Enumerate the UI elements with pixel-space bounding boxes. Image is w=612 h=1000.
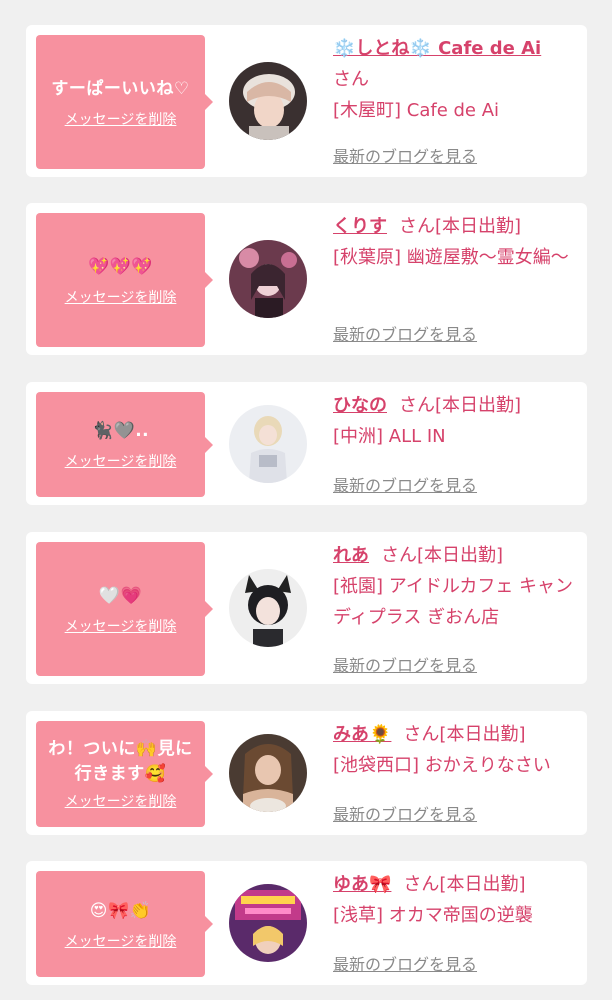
delete-message-link[interactable]: メッセージを削除: [65, 791, 177, 811]
cast-name-link[interactable]: ゆあ🎀: [333, 874, 391, 895]
delete-message-link[interactable]: メッセージを削除: [65, 287, 177, 307]
message-card: すーぱーいいね♡ メッセージを削除 ❄️しとね❄️ Cafe de Ai さん …: [26, 25, 587, 177]
message-text: 😍🎀👏: [89, 900, 152, 921]
message-bubble: 🤍💗 メッセージを削除: [36, 542, 213, 676]
message-bubble: すーぱーいいね♡ メッセージを削除: [36, 35, 213, 169]
cast-name-link[interactable]: ひなの: [333, 395, 387, 416]
message-card: 💖💖💖 メッセージを削除 くりす さん[本日出勤] [秋葉原] 幽遊屋敷〜霊女編〜…: [26, 203, 587, 355]
delete-message-link[interactable]: メッセージを削除: [65, 931, 177, 951]
name-line: みあ🌻 さん[本日出勤]: [333, 719, 579, 750]
name-line: ゆあ🎀 さん[本日出勤]: [333, 869, 579, 900]
latest-blog-link[interactable]: 最新のブログを見る: [333, 801, 477, 825]
cast-name-link[interactable]: ❄️しとね❄️ Cafe de Ai: [333, 38, 541, 59]
info: ひなの さん[本日出勤] [中洲] ALL IN: [333, 390, 579, 452]
delete-message-link[interactable]: メッセージを削除: [65, 109, 177, 129]
info: みあ🌻 さん[本日出勤] [池袋西口] おかえりなさい: [333, 719, 579, 781]
shop-name: [浅草] オカマ帝国の逆襲: [333, 905, 533, 926]
latest-blog-link[interactable]: 最新のブログを見る: [333, 652, 477, 676]
message-bubble: 💖💖💖 メッセージを削除: [36, 213, 213, 347]
message-bubble: 😍🎀👏 メッセージを削除: [36, 871, 213, 977]
avatar[interactable]: [229, 62, 307, 140]
name-line: ❄️しとね❄️ Cafe de Ai さん: [333, 33, 579, 95]
message-text: わ！ついに🙌見に行きます🥰: [48, 739, 193, 784]
shop-name: [秋葉原] 幽遊屋敷〜霊女編〜: [333, 247, 569, 268]
latest-blog-link[interactable]: 最新のブログを見る: [333, 321, 477, 345]
message-text: 💖💖💖: [87, 256, 153, 277]
cast-name-link[interactable]: くりす: [333, 216, 387, 237]
latest-blog-link[interactable]: 最新のブログを見る: [333, 143, 477, 167]
shop-name: [祇園] アイドルカフェ キャンディプラス ぎおん店: [333, 576, 574, 628]
message-card: 😍🎀👏 メッセージを削除 ゆあ🎀 さん[本日出勤] [浅草] オカマ帝国の逆襲 最…: [26, 861, 587, 985]
name-suffix: さん: [333, 69, 369, 90]
cast-name-link[interactable]: みあ🌻: [333, 724, 391, 745]
message-text: すーぱーいいね♡: [51, 78, 190, 99]
name-suffix: さん[本日出勤]: [403, 874, 526, 895]
name-line: ひなの さん[本日出勤]: [333, 390, 579, 421]
shop-name: [池袋西口] おかえりなさい: [333, 755, 551, 776]
name-suffix: さん[本日出勤]: [399, 216, 522, 237]
delete-message-link[interactable]: メッセージを削除: [65, 451, 177, 471]
info: くりす さん[本日出勤] [秋葉原] 幽遊屋敷〜霊女編〜: [333, 211, 579, 273]
message-card: 🐈‍⬛🩶.. メッセージを削除 ひなの さん[本日出勤] [中洲] ALL IN …: [26, 382, 587, 505]
name-line: れあ さん[本日出勤]: [333, 540, 579, 571]
message-bubble: 🐈‍⬛🩶.. メッセージを削除: [36, 392, 213, 497]
message-card: わ！ついに🙌見に行きます🥰 メッセージを削除 みあ🌻 さん[本日出勤] [池袋西口…: [26, 711, 587, 835]
delete-message-link[interactable]: メッセージを削除: [65, 616, 177, 636]
shop-name: [中洲] ALL IN: [333, 426, 446, 447]
info: ゆあ🎀 さん[本日出勤] [浅草] オカマ帝国の逆襲: [333, 869, 579, 931]
latest-blog-link[interactable]: 最新のブログを見る: [333, 951, 477, 975]
shop-name: [木屋町] Cafe de Ai: [333, 100, 500, 121]
latest-blog-link[interactable]: 最新のブログを見る: [333, 472, 477, 496]
avatar[interactable]: [229, 884, 307, 962]
avatar[interactable]: [229, 405, 307, 483]
message-text: 🤍💗: [98, 585, 143, 606]
info: ❄️しとね❄️ Cafe de Ai さん [木屋町] Cafe de Ai: [333, 33, 579, 126]
avatar[interactable]: [229, 240, 307, 318]
name-suffix: さん[本日出勤]: [403, 724, 526, 745]
avatar[interactable]: [229, 734, 307, 812]
name-line: くりす さん[本日出勤]: [333, 211, 579, 242]
cast-name-link[interactable]: れあ: [333, 545, 369, 566]
avatar[interactable]: [229, 569, 307, 647]
message-card: 🤍💗 メッセージを削除 れあ さん[本日出勤] [祇園] アイドルカフェ キャンデ…: [26, 532, 587, 684]
message-text: 🐈‍⬛🩶..: [91, 421, 150, 441]
info: れあ さん[本日出勤] [祇園] アイドルカフェ キャンディプラス ぎおん店: [333, 540, 579, 633]
message-bubble: わ！ついに🙌見に行きます🥰 メッセージを削除: [36, 721, 213, 827]
name-suffix: さん[本日出勤]: [381, 545, 504, 566]
message-list: すーぱーいいね♡ メッセージを削除 ❄️しとね❄️ Cafe de Ai さん …: [0, 0, 612, 1000]
name-suffix: さん[本日出勤]: [399, 395, 522, 416]
